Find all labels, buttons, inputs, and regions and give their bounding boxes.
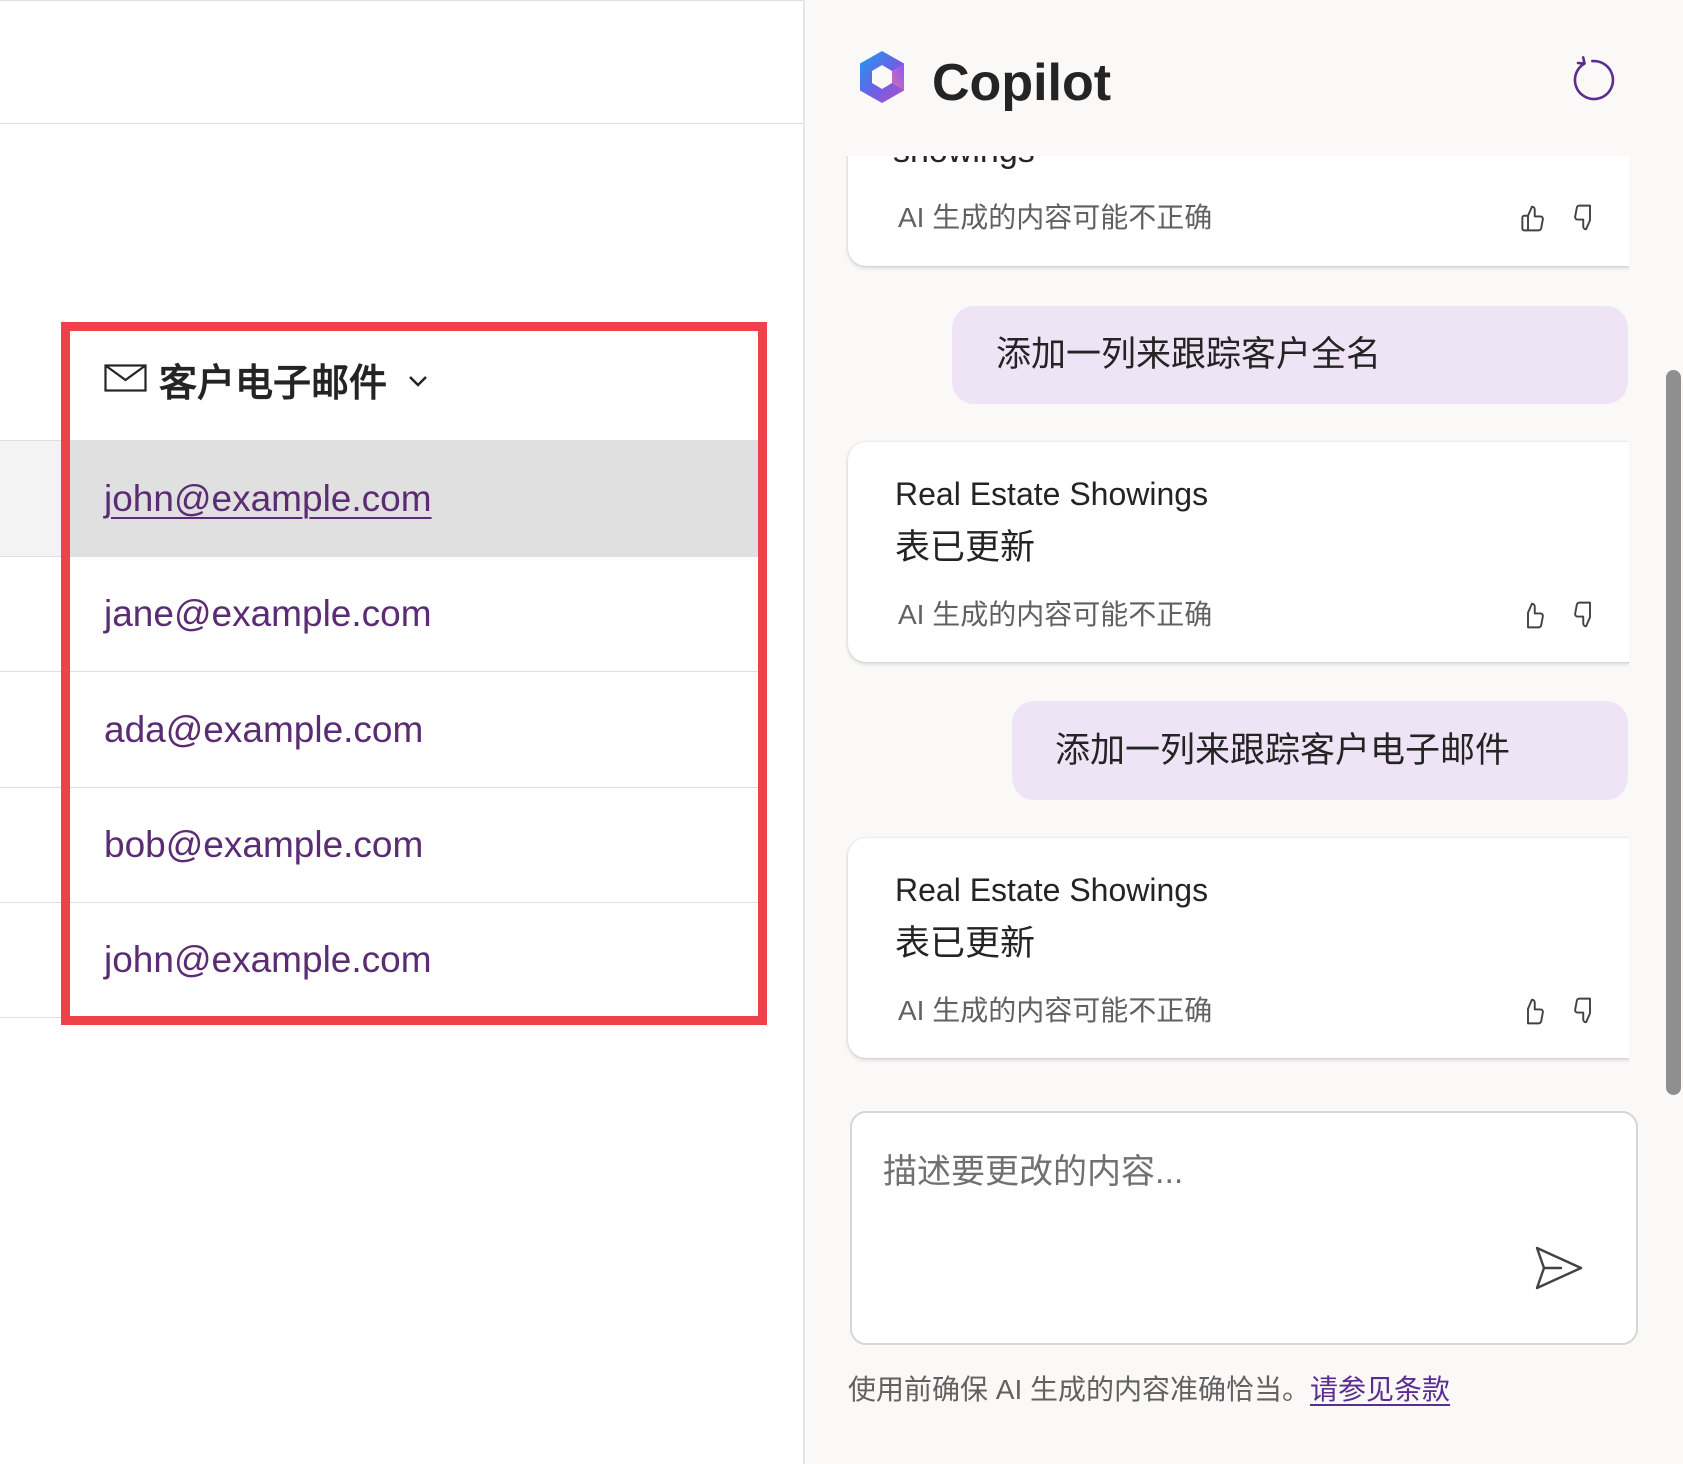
copilot-logo-icon	[853, 48, 911, 106]
chat-scrollbar[interactable]	[1666, 370, 1681, 1095]
user-message: 添加一列来跟踪客户全名	[952, 306, 1628, 404]
footer-note: 使用前确保 AI 生成的内容准确恰当。请参见条款	[848, 1370, 1450, 1410]
highlight-box	[61, 322, 767, 1025]
chat-history[interactable]: showings AI 生成的内容可能不正确 添加一列来跟踪客户全名 Real …	[840, 156, 1629, 1096]
message-title: Real Estate Showings	[895, 476, 1209, 512]
prompt-input[interactable]	[852, 1113, 1636, 1233]
message-text: showings	[893, 156, 1035, 171]
ai-disclaimer: AI 生成的内容可能不正确	[898, 202, 1213, 233]
thumbs-down-icon[interactable]	[1572, 599, 1599, 631]
send-icon[interactable]	[1533, 1244, 1585, 1292]
toolbar-divider	[0, 123, 803, 124]
composer-box[interactable]	[850, 1111, 1638, 1345]
ai-disclaimer: AI 生成的内容可能不正确	[898, 995, 1213, 1026]
user-message-text: 添加一列来跟踪客户电子邮件	[1055, 730, 1511, 770]
thumbs-down-icon[interactable]	[1572, 995, 1599, 1027]
refresh-icon[interactable]	[1570, 55, 1618, 103]
user-message: 添加一列来跟踪客户电子邮件	[1012, 701, 1628, 800]
thumbs-up-icon[interactable]	[1519, 995, 1546, 1027]
ai-disclaimer: AI 生成的内容可能不正确	[898, 599, 1213, 630]
copilot-title: Copilot	[932, 54, 1112, 112]
assistant-message: Real Estate Showings 表已更新 AI 生成的内容可能不正确	[848, 838, 1629, 1058]
top-border	[0, 0, 803, 1]
terms-link[interactable]: 请参见条款	[1310, 1374, 1450, 1405]
thumbs-up-icon[interactable]	[1519, 202, 1546, 234]
footer-note-text: 使用前确保 AI 生成的内容准确恰当。	[848, 1374, 1311, 1405]
user-message-text: 添加一列来跟踪客户全名	[996, 335, 1382, 374]
assistant-message: showings AI 生成的内容可能不正确	[848, 156, 1629, 266]
message-text: 表已更新	[895, 528, 1036, 567]
message-text: 表已更新	[895, 924, 1036, 963]
selected-row-band	[0, 440, 61, 556]
message-title: Real Estate Showings	[895, 872, 1209, 908]
assistant-message: Real Estate Showings 表已更新 AI 生成的内容可能不正确	[848, 442, 1629, 662]
thumbs-up-icon[interactable]	[1519, 599, 1546, 631]
thumbs-down-icon[interactable]	[1572, 202, 1599, 234]
